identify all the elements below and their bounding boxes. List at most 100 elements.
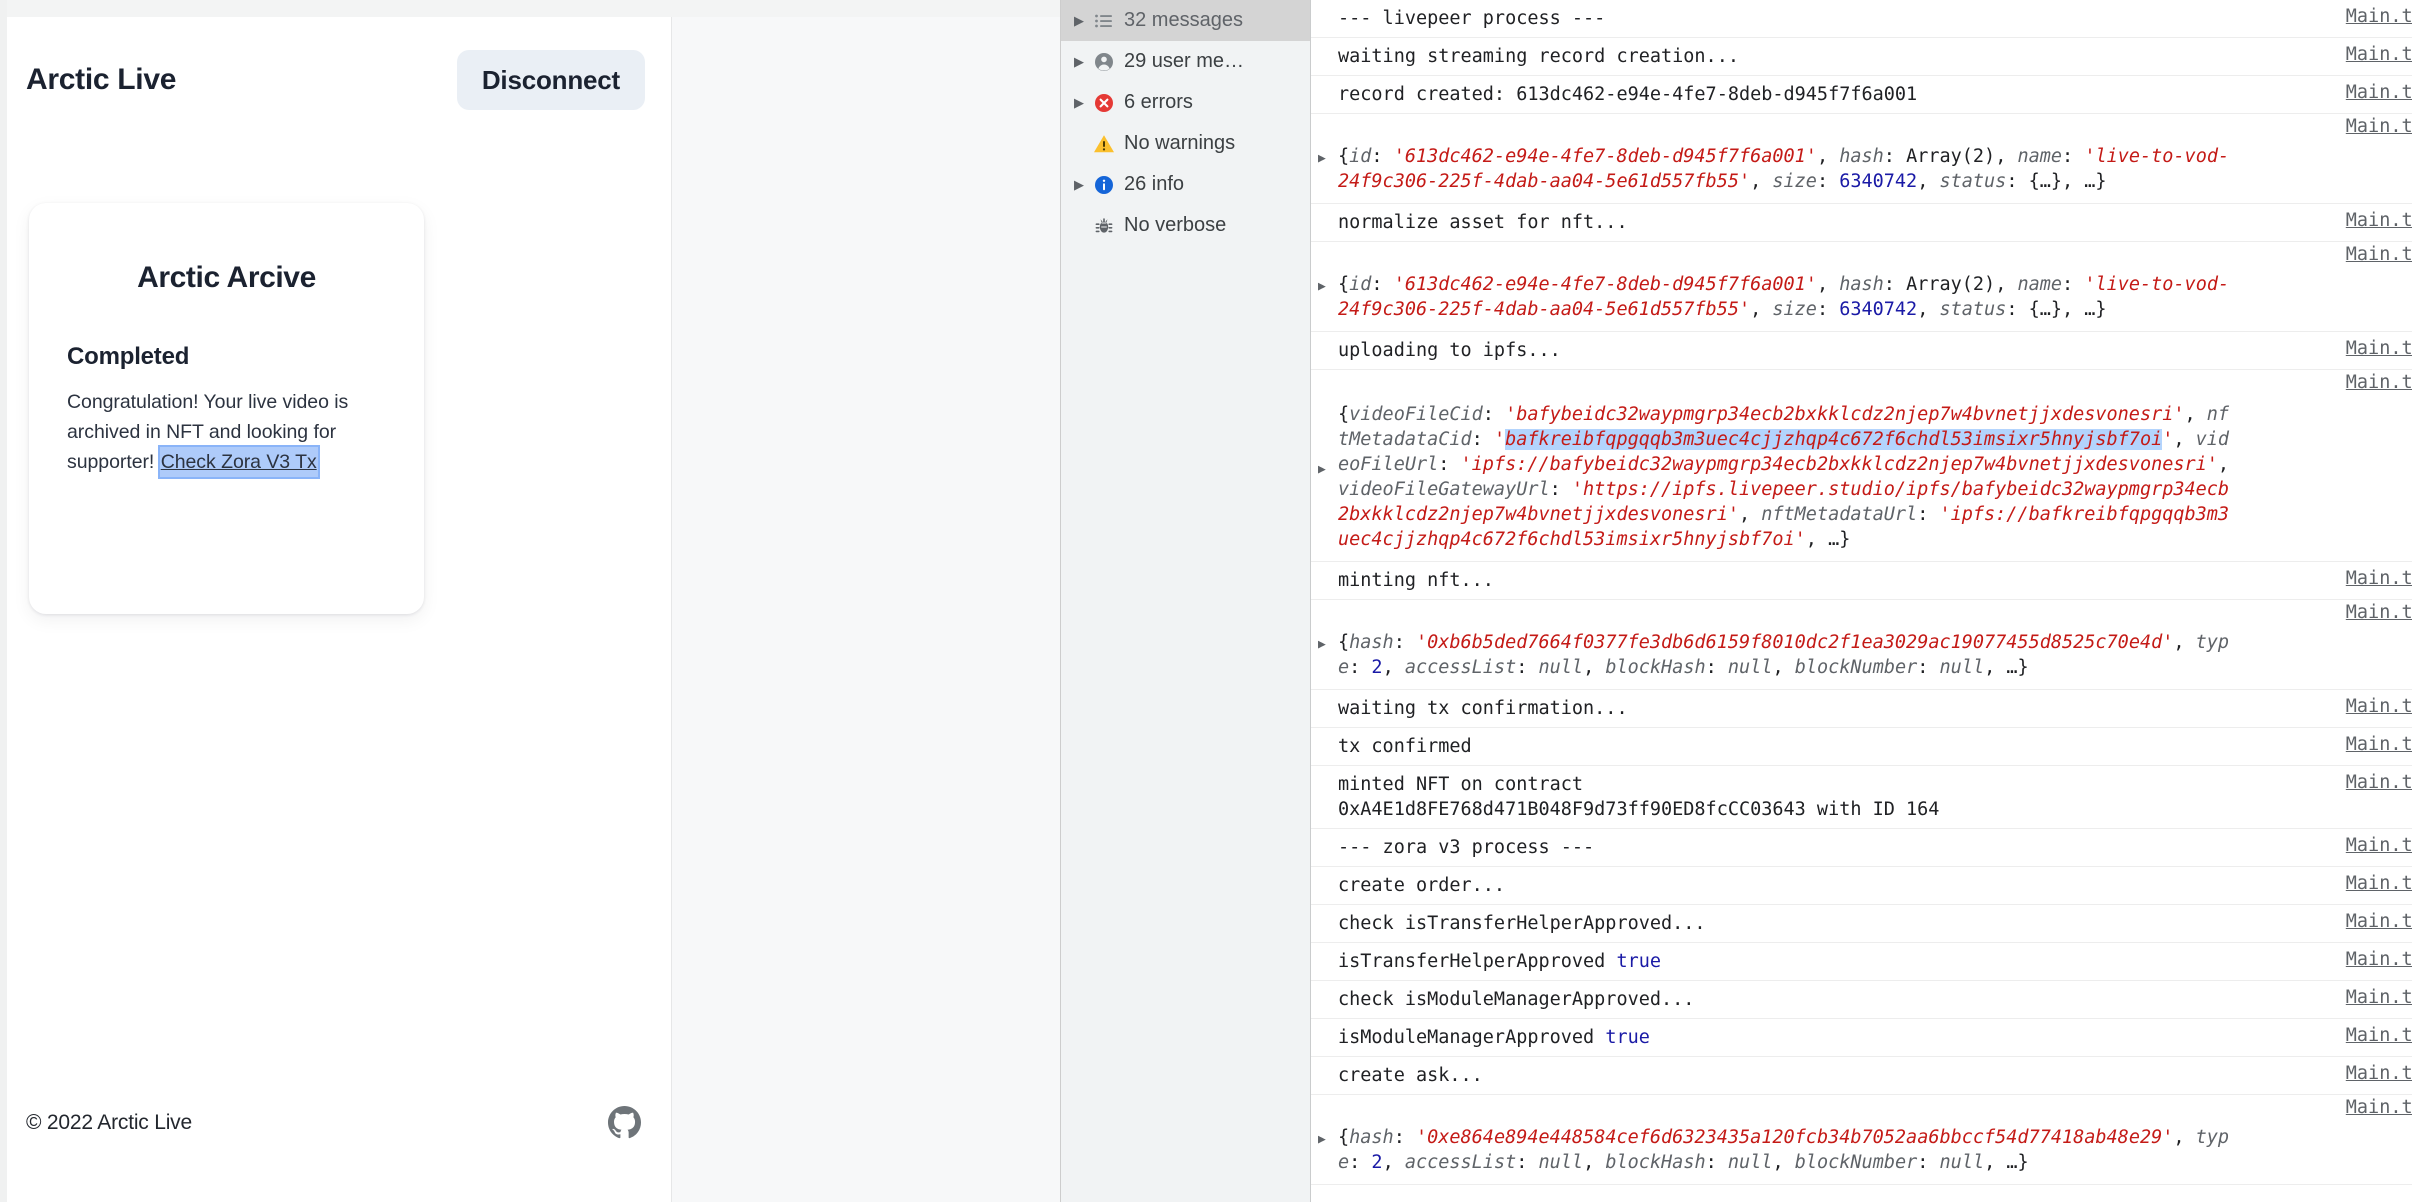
chevron-right-icon[interactable]: ▶: [1069, 13, 1089, 29]
source-link[interactable]: Main.tsx?a101:27: [2346, 1025, 2412, 1046]
console-message-text: check isModuleManagerApproved...: [1338, 989, 1695, 1010]
console-row[interactable]: normalize asset for nft... Main.tsx?a101…: [1311, 204, 2412, 242]
console-message-text: minting nft...: [1338, 570, 1494, 591]
console-object-preview: {id: '613dc462-e94e-4fe7-8deb-d945f7f6a0…: [1338, 146, 2230, 192]
expand-triangle-icon[interactable]: ▶: [1318, 1133, 1326, 1146]
console-message-text: isTransferHelperApproved true: [1338, 951, 1662, 972]
console-row[interactable]: isModuleManagerApproved true Main.tsx?a1…: [1311, 1019, 2412, 1057]
sidebar-item-label: 32 messages: [1124, 9, 1243, 31]
console-message-list[interactable]: --- livepeer process --- Main.tsx?a101:1…: [1311, 0, 2412, 1202]
console-row-object[interactable]: ▶ {id: '613dc462-e94e-4fe7-8deb-d945f7f6…: [1311, 242, 2412, 332]
console-row[interactable]: create order... Main.tsx?a101:23: [1311, 867, 2412, 905]
sidebar-item-warnings[interactable]: ▶ No warnings: [1061, 123, 1310, 164]
brand-title: Arctic Live: [26, 63, 177, 96]
sidebar-item-label: 6 errors: [1124, 91, 1193, 113]
console-row-object[interactable]: ▶ {hash: '0xe864e894e448584cef6d6323435a…: [1311, 1095, 2412, 1185]
expand-triangle-icon[interactable]: ▶: [1318, 638, 1326, 651]
console-row[interactable]: check isModuleManagerApproved... Main.ts…: [1311, 981, 2412, 1019]
source-link[interactable]: Main.tsx?a101:22: [2346, 696, 2412, 717]
console-row[interactable]: minted NFT on contract 0xA4E1d8FE768d471…: [1311, 766, 2412, 829]
check-zora-v3-tx-link[interactable]: Check Zora V3 Tx: [157, 445, 320, 479]
console-message-text: waiting tx confirmation...: [1338, 698, 1628, 719]
browser-viewport: Arctic Live Disconnect Arctic Arcive Com…: [0, 0, 1060, 1202]
console-row[interactable]: check isTransferHelperApproved... Main.t…: [1311, 905, 2412, 943]
source-link[interactable]: Main.tsx?a101:15: [2346, 6, 2412, 27]
app-footer: © 2022 Arctic Live: [7, 1057, 671, 1202]
sidebar-item-label: 29 user me…: [1124, 50, 1245, 72]
source-link[interactable]: Main.tsx?a101:21: [2346, 602, 2412, 623]
source-link[interactable]: Main.tsx?a101:24: [2346, 911, 2412, 932]
card-title: Arctic Arcive: [137, 261, 316, 294]
console-message-text: uploading to ipfs...: [1338, 340, 1561, 361]
source-link[interactable]: Main.tsx?a101:21: [2346, 372, 2412, 393]
sidebar-item-verbose[interactable]: ▶: [1061, 205, 1310, 246]
console-row[interactable]: minting nft... Main.tsx?a101:21: [1311, 562, 2412, 600]
console-row-object[interactable]: ▶ {id: '613dc462-e94e-4fe7-8deb-d945f7f6…: [1311, 114, 2412, 204]
console-message-text: create ask...: [1338, 1065, 1483, 1086]
devtools-console-panel: ▶ 32 messages ▶ 29 user me… ▶ 6 errors N…: [1060, 0, 2412, 1202]
console-row[interactable]: tx confirmed Main.tsx?a101:22: [1311, 728, 2412, 766]
console-message-text: check isTransferHelperApproved...: [1338, 913, 1706, 934]
source-link[interactable]: Main.tsx?a101:20: [2346, 210, 2412, 231]
archive-card: Arctic Arcive Completed Congratulation! …: [29, 203, 424, 614]
source-link[interactable]: Main.tsx?a101:22: [2346, 835, 2412, 856]
expand-triangle-icon[interactable]: ▶: [1318, 280, 1326, 293]
source-link[interactable]: Main.tsx?a101:25: [2346, 949, 2412, 970]
console-row[interactable]: uploading to ipfs... Main.tsx?a101:21: [1311, 332, 2412, 370]
console-row[interactable]: waiting tx confirmation... Main.tsx?a101…: [1311, 690, 2412, 728]
expand-triangle-icon[interactable]: ▶: [1318, 463, 1326, 476]
console-row[interactable]: isTransferHelperApproved true Main.tsx?a…: [1311, 943, 2412, 981]
source-link[interactable]: Main.tsx?a101:20: [2346, 244, 2412, 265]
source-link[interactable]: Main.tsx?a101:26: [2346, 987, 2412, 1008]
console-row[interactable]: create ask... Main.tsx?a101:28: [1311, 1057, 2412, 1095]
console-message-text: record created: 613dc462-e94e-4fe7-8deb-…: [1338, 84, 1918, 105]
copyright-text: © 2022 Arctic Live: [26, 1110, 192, 1134]
source-link[interactable]: Main.tsx?a101:28: [2346, 1063, 2412, 1084]
console-sidebar: ▶ 32 messages ▶ 29 user me… ▶ 6 errors N…: [1061, 0, 1311, 1202]
chevron-right-icon[interactable]: ▶: [1069, 177, 1089, 193]
console-row-object[interactable]: ▶ {videoFileCid: 'bafybeidc32waypmgrp34e…: [1311, 370, 2412, 562]
console-message-text: tx confirmed: [1338, 736, 1472, 757]
chevron-right-icon[interactable]: ▶: [1069, 95, 1089, 111]
source-link[interactable]: Main.tsx?a101:15: [2346, 44, 2412, 65]
card-body-text: Congratulation! Your live video is archi…: [67, 387, 386, 479]
info-icon: [1089, 173, 1119, 197]
sidebar-item-label: No warnings: [1124, 132, 1236, 154]
console-row-object[interactable]: ▶ {hash: '0xb6b5ded7664f0377fe3db6d6159f…: [1311, 600, 2412, 690]
person-icon: [1089, 50, 1119, 74]
console-object-preview: {hash: '0xb6b5ded7664f0377fe3db6d6159f80…: [1338, 632, 2230, 678]
github-icon: [608, 1106, 641, 1139]
console-row[interactable]: --- zora v3 process --- Main.tsx?a101:22: [1311, 829, 2412, 867]
console-object-preview: {id: '613dc462-e94e-4fe7-8deb-d945f7f6a0…: [1338, 274, 2230, 320]
disconnect-button[interactable]: Disconnect: [456, 50, 645, 110]
console-row[interactable]: record created: 613dc462-e94e-4fe7-8deb-…: [1311, 76, 2412, 114]
sidebar-item-user-messages[interactable]: ▶ 29 user me…: [1061, 41, 1310, 82]
source-link[interactable]: Main.tsx?a101:22: [2346, 734, 2412, 755]
source-link[interactable]: Main.tsx?a101:29: [2346, 1097, 2412, 1118]
error-icon: [1089, 91, 1119, 115]
source-link[interactable]: Main.tsx?a101:17: [2346, 82, 2412, 103]
console-row[interactable]: waiting streaming record creation... Mai…: [1311, 38, 2412, 76]
console-object-preview: {videoFileCid: 'bafybeidc32waypmgrp34ecb…: [1338, 404, 2241, 550]
source-link[interactable]: Main.tsx?a101:19: [2346, 116, 2412, 137]
console-message-text: create order...: [1338, 875, 1506, 896]
console-message-text: minted NFT on contract 0xA4E1d8FE768d471…: [1338, 774, 1940, 820]
sidebar-item-errors[interactable]: ▶ 6 errors: [1061, 82, 1310, 123]
console-message-text: waiting streaming record creation...: [1338, 46, 1739, 67]
card-status-title: Completed: [67, 343, 190, 370]
sidebar-item-messages[interactable]: ▶ 32 messages: [1061, 0, 1310, 41]
console-message-text: --- livepeer process ---: [1338, 8, 1606, 29]
sidebar-item-label: 26 info: [1124, 173, 1185, 195]
warning-icon: [1089, 132, 1119, 156]
app-header: Arctic Live Disconnect: [7, 17, 671, 143]
github-link[interactable]: [608, 1106, 641, 1139]
source-link[interactable]: Main.tsx?a101:23: [2346, 873, 2412, 894]
source-link[interactable]: Main.tsx?a101:21: [2346, 568, 2412, 589]
chevron-right-icon[interactable]: ▶: [1069, 54, 1089, 70]
source-link[interactable]: Main.tsx?a101:21: [2346, 338, 2412, 359]
console-row[interactable]: --- livepeer process --- Main.tsx?a101:1…: [1311, 0, 2412, 38]
sidebar-item-info[interactable]: ▶ 26 info: [1061, 164, 1310, 205]
source-link[interactable]: Main.tsx?a101:22: [2346, 772, 2412, 793]
expand-triangle-icon[interactable]: ▶: [1318, 152, 1326, 165]
viewport-left-edge: [0, 0, 7, 1202]
